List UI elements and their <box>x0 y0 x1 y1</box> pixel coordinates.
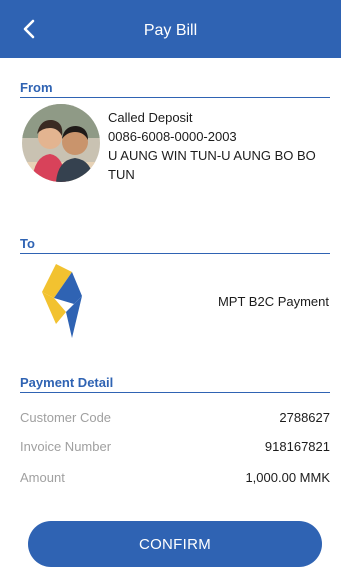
customer-code-label: Customer Code <box>20 410 112 425</box>
customer-code-row: Customer Code 2788627 <box>20 410 330 430</box>
payment-detail-section-title: Payment Detail <box>20 375 330 393</box>
account-name: U AUNG WIN TUN-U AUNG BO BO TUN <box>108 148 316 182</box>
from-section-title: From <box>20 80 330 98</box>
avatar <box>22 104 100 182</box>
chevron-left-icon <box>23 19 35 39</box>
invoice-number-label: Invoice Number <box>20 439 112 454</box>
confirm-button[interactable]: CONFIRM <box>28 521 322 567</box>
invoice-number-value: 918167821 <box>264 439 330 454</box>
amount-row: Amount 1,000.00 MMK <box>20 470 330 490</box>
from-account-info: Called Deposit 0086-6008-0000-2003 U AUN… <box>108 108 333 184</box>
back-button[interactable] <box>14 14 44 44</box>
account-type: Called Deposit <box>108 110 193 125</box>
amount-label: Amount <box>20 470 65 485</box>
amount-value: 1,000.00 MMK <box>245 470 330 485</box>
invoice-number-row: Invoice Number 918167821 <box>20 439 330 459</box>
app-header: Pay Bill <box>0 0 341 58</box>
payee-name: MPT B2C Payment <box>217 294 329 309</box>
customer-code-value: 2788627 <box>279 410 330 425</box>
page-title: Pay Bill <box>143 22 198 39</box>
mpt-logo-icon <box>34 262 86 340</box>
to-section-title: To <box>20 236 330 254</box>
account-number: 0086-6008-0000-2003 <box>108 129 237 144</box>
